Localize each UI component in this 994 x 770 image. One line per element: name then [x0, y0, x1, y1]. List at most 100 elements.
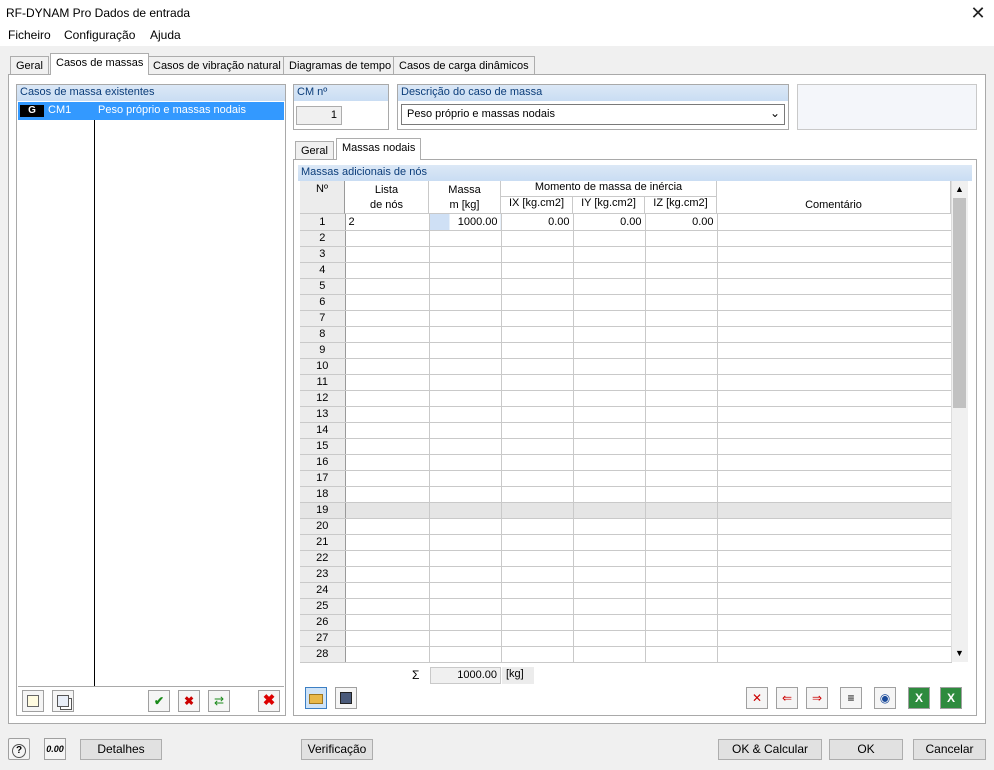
import-excel-button[interactable]: X: [940, 687, 962, 709]
cell-ix[interactable]: [501, 278, 574, 295]
cell-iy[interactable]: [573, 374, 646, 391]
cell-iz[interactable]: [645, 310, 718, 327]
cell-iy[interactable]: [573, 310, 646, 327]
cell-massa[interactable]: [429, 438, 502, 455]
cell-massa[interactable]: [429, 278, 502, 295]
cell-lista[interactable]: [345, 646, 430, 663]
cell-massa[interactable]: [429, 262, 502, 279]
cell-iy[interactable]: [573, 630, 646, 647]
cell-massa[interactable]: [429, 326, 502, 343]
cell-comment[interactable]: [717, 422, 952, 439]
cell-comment[interactable]: [717, 502, 952, 519]
scrollbar-thumb[interactable]: [953, 198, 966, 408]
cell-ix[interactable]: [501, 534, 574, 551]
table-row[interactable]: 13: [300, 406, 952, 423]
sort-button[interactable]: ≡: [840, 687, 862, 709]
cell-massa[interactable]: [429, 534, 502, 551]
cell-lista[interactable]: [345, 502, 430, 519]
table-row[interactable]: 4: [300, 262, 952, 279]
cell-comment[interactable]: [717, 486, 952, 503]
table-row[interactable]: 14: [300, 422, 952, 439]
cell-lista[interactable]: [345, 278, 430, 295]
cell-iy[interactable]: [573, 470, 646, 487]
cell-massa[interactable]: [429, 550, 502, 567]
cell-iz[interactable]: [645, 518, 718, 535]
table-row[interactable]: 21: [300, 534, 952, 551]
cell-iz[interactable]: [645, 566, 718, 583]
ok-button[interactable]: OK: [829, 739, 903, 760]
cell-iz[interactable]: [645, 454, 718, 471]
table-row[interactable]: 1 2 1000.00 0.00 0.00 0.00: [300, 214, 952, 231]
table-row[interactable]: 23: [300, 566, 952, 583]
cell-comment[interactable]: [717, 614, 952, 631]
cell-comment[interactable]: [717, 454, 952, 471]
cell-iy[interactable]: [573, 518, 646, 535]
cell-lista[interactable]: [345, 454, 430, 471]
cell-massa[interactable]: [429, 598, 502, 615]
cell-lista[interactable]: [345, 246, 430, 263]
cell-iz[interactable]: [645, 502, 718, 519]
cell-iy[interactable]: [573, 246, 646, 263]
cell-comment[interactable]: [717, 246, 952, 263]
cell-comment[interactable]: [717, 294, 952, 311]
cell-iy[interactable]: [573, 358, 646, 375]
new-case-button[interactable]: [22, 690, 44, 712]
cell-lista[interactable]: [345, 438, 430, 455]
remove-row-button[interactable]: ⇒: [806, 687, 828, 709]
cell-ix[interactable]: [501, 406, 574, 423]
scroll-down-icon[interactable]: ▼: [952, 646, 967, 661]
cell-ix[interactable]: [501, 390, 574, 407]
cell-comment[interactable]: [717, 550, 952, 567]
cell-comment[interactable]: [717, 214, 952, 231]
cell-iy[interactable]: [573, 646, 646, 663]
table-row[interactable]: 28: [300, 646, 952, 663]
cell-iz[interactable]: [645, 550, 718, 567]
cell-lista[interactable]: [345, 630, 430, 647]
cell-iz[interactable]: [645, 470, 718, 487]
cell-comment[interactable]: [717, 582, 952, 599]
cell-comment[interactable]: [717, 518, 952, 535]
cell-iz[interactable]: 0.00: [645, 214, 718, 231]
cell-massa[interactable]: [429, 294, 502, 311]
copy-case-button[interactable]: [52, 690, 74, 712]
cell-lista[interactable]: [345, 358, 430, 375]
cell-comment[interactable]: [717, 342, 952, 359]
cm-number-field[interactable]: 1: [296, 106, 342, 125]
cell-lista[interactable]: [345, 614, 430, 631]
cell-massa[interactable]: [429, 566, 502, 583]
cell-iz[interactable]: [645, 486, 718, 503]
table-row[interactable]: 22: [300, 550, 952, 567]
cell-iy[interactable]: [573, 294, 646, 311]
cell-lista[interactable]: [345, 262, 430, 279]
cell-iz[interactable]: [645, 342, 718, 359]
cell-iz[interactable]: [645, 358, 718, 375]
cell-lista[interactable]: [345, 582, 430, 599]
cell-iy[interactable]: [573, 262, 646, 279]
cell-iy[interactable]: [573, 534, 646, 551]
cell-ix[interactable]: [501, 374, 574, 391]
table-row[interactable]: 20: [300, 518, 952, 535]
cell-iy[interactable]: [573, 326, 646, 343]
existing-cases-list[interactable]: [18, 102, 284, 686]
cell-ix[interactable]: [501, 294, 574, 311]
cell-lista[interactable]: [345, 470, 430, 487]
cell-ix[interactable]: [501, 582, 574, 599]
cell-comment[interactable]: [717, 630, 952, 647]
cell-ix[interactable]: [501, 230, 574, 247]
description-select[interactable]: Peso próprio e massas nodais ⌄: [401, 104, 785, 125]
cell-ix[interactable]: [501, 566, 574, 583]
cell-ix[interactable]: 0.00: [501, 214, 574, 231]
cell-iz[interactable]: [645, 646, 718, 663]
delete-rows-button[interactable]: ✕: [746, 687, 768, 709]
table-row[interactable]: 2: [300, 230, 952, 247]
cell-comment[interactable]: [717, 390, 952, 407]
table-row[interactable]: 8: [300, 326, 952, 343]
table-row[interactable]: 9: [300, 342, 952, 359]
menu-configuracao[interactable]: Configuração: [64, 28, 135, 42]
cell-iy[interactable]: [573, 550, 646, 567]
cell-comment[interactable]: [717, 278, 952, 295]
table-row[interactable]: 18: [300, 486, 952, 503]
cell-massa[interactable]: [429, 454, 502, 471]
cell-ix[interactable]: [501, 646, 574, 663]
deselect-button[interactable]: ✖: [178, 690, 200, 712]
